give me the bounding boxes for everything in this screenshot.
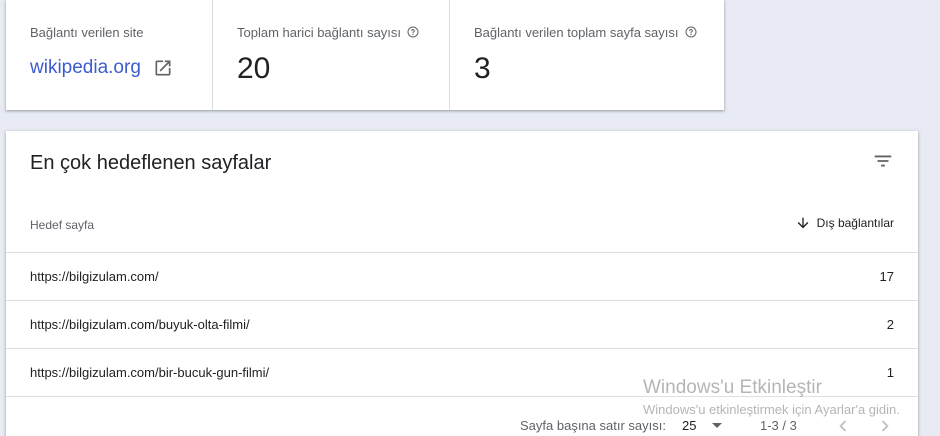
external-links-card: Toplam harici bağlantı sayısı 20: [212, 0, 449, 110]
row-count: 17: [879, 269, 894, 284]
summary-cards: Bağlantı verilen site wikipedia.org Topl…: [6, 0, 724, 110]
linked-pages-label: Bağlantı verilen toplam sayfa sayısı: [474, 24, 679, 40]
table-row[interactable]: https://bilgizulam.com/buyuk-olta-filmi/…: [6, 301, 918, 349]
external-links-value: 20: [237, 52, 271, 85]
row-url: https://bilgizulam.com/buyuk-olta-filmi/: [30, 317, 250, 332]
column-header-external-links-label: Dış bağlantılar: [816, 216, 894, 230]
row-url: https://bilgizulam.com/bir-bucuk-gun-fil…: [30, 365, 270, 380]
linked-site-row: wikipedia.org: [30, 55, 212, 81]
arrow-down-icon: [797, 217, 808, 229]
external-links-label-row: Toplam harici bağlantı sayısı: [237, 24, 449, 40]
rows-per-page-label: Sayfa başına satır sayısı:: [520, 418, 666, 433]
linked-pages-card: Bağlantı verilen toplam sayfa sayısı 3: [449, 0, 724, 110]
row-url: https://bilgizulam.com/: [30, 269, 159, 284]
row-count: 1: [886, 365, 894, 380]
windows-activation-subtitle: Windows'u etkinleştirmek için Ayarlar'a …: [643, 402, 900, 417]
windows-activation-title: Windows'u Etkinleştir: [643, 377, 822, 398]
chevron-left-icon[interactable]: [832, 415, 854, 436]
chevron-right-icon[interactable]: [874, 415, 896, 436]
linked-site-label: Bağlantı verilen site: [30, 24, 144, 40]
caret-down-icon[interactable]: [712, 423, 722, 428]
linked-pages-label-row: Bağlantı verilen toplam sayfa sayısı: [474, 24, 724, 40]
linked-site-link[interactable]: wikipedia.org: [30, 55, 141, 81]
open-in-new-icon[interactable]: [153, 58, 173, 78]
rows-per-page-select[interactable]: 25: [682, 418, 696, 433]
table-header: Hedef sayfa Dış bağlantılar: [6, 201, 918, 253]
linked-site-card: Bağlantı verilen site wikipedia.org: [6, 0, 212, 110]
row-count: 2: [886, 317, 894, 332]
pagination-range: 1-3 / 3: [760, 418, 797, 433]
table-row[interactable]: https://bilgizulam.com/ 17: [6, 253, 918, 301]
help-icon[interactable]: [407, 26, 419, 38]
column-header-target-page: Hedef sayfa: [30, 218, 95, 232]
linked-pages-value: 3: [474, 52, 491, 85]
external-links-label: Toplam harici bağlantı sayısı: [237, 24, 402, 40]
filter-icon[interactable]: [872, 150, 894, 172]
column-header-external-links[interactable]: Dış bağlantılar: [795, 215, 894, 231]
panel-title: En çok hedeflenen sayfalar: [30, 152, 272, 174]
help-icon[interactable]: [685, 26, 697, 38]
